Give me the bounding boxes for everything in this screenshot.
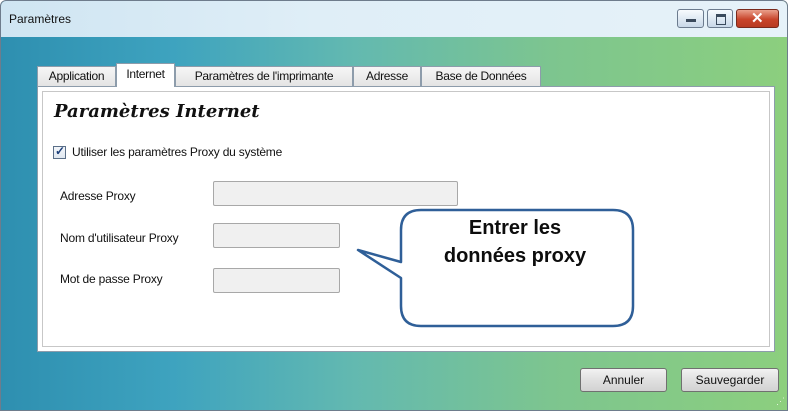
save-button[interactable]: Sauvegarder [681,368,779,392]
callout-text: Entrer les données proxy [399,214,631,270]
cancel-button[interactable]: Annuler [580,368,667,392]
settings-window: Paramètres ✕ Application Internet Paramè… [0,0,788,411]
callout-line-2: données proxy [443,245,587,267]
resize-grip-icon[interactable]: ⋰ [776,396,785,407]
callout-line-1: Entrer les [468,217,562,239]
tab-internet[interactable]: Internet [116,63,175,87]
